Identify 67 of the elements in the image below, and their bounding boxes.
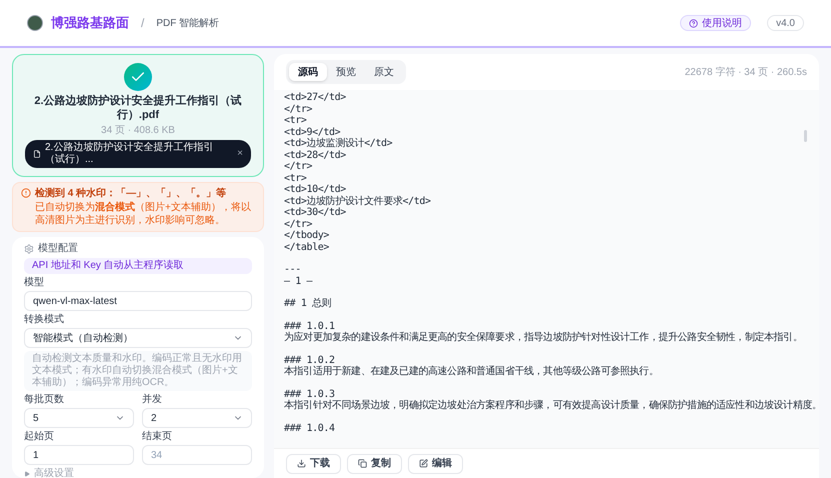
action-button[interactable]: 复制 (347, 454, 402, 474)
page-title: PDF 智能解析 (156, 16, 220, 30)
code-line: 本指引适用于新建、在建及已建的高速公路和普通国省干线，其他等级公路可参照执行。 (284, 366, 658, 378)
code-line: ### 1.0.2 (284, 354, 335, 366)
help-icon (689, 18, 698, 28)
hint-text: 自动检测文本质量和水印。编码正常且无水印用文本模式；有水印自动切换混合模式（图片+文本辅助）；编码异常用纯OCR。 (24, 351, 252, 391)
code-line: ## 1 总则 (284, 298, 332, 310)
code-line: <td>9</td> (284, 126, 340, 138)
action-button[interactable]: 下载 (286, 454, 341, 474)
field-label: 每批页数 (24, 394, 65, 406)
code-line: 本指引针对不同场景边坡，明确拟定边坡处治方案程序和步骤，可有效提高设计质量，确保防护措施的适应性和边坡设计精度。 (284, 400, 819, 412)
tab[interactable]: 源码 (289, 63, 327, 81)
tab[interactable]: 预览 (327, 63, 365, 81)
config-title: 模型配置 (38, 243, 78, 255)
stats-text: 22678 字符 · 34 页 · 260.5s (684, 66, 807, 80)
field-label: 转换模式 (24, 314, 65, 326)
file-meta: 34 页 · 408.6 KB (101, 125, 175, 137)
code-line: </table> (284, 242, 329, 253)
file-name: 2.公路边坡防护设计安全提升工作指引（试行）.pdf (33, 94, 243, 122)
input-field[interactable]: 34 (142, 445, 252, 465)
select-field[interactable]: 5 (24, 408, 134, 428)
input-field[interactable]: 1 (24, 445, 134, 465)
input-field[interactable]: qwen-vl-max-latest (24, 291, 252, 311)
download-icon (297, 459, 306, 468)
code-line: <tr> (284, 172, 306, 184)
code-line: <td>边坡监测设计</td> (284, 138, 392, 150)
code-line: </tr> (284, 218, 312, 230)
code-line: <td>27</td> (284, 92, 346, 104)
help-button[interactable]: 使用说明 (680, 15, 752, 31)
field-label: 并发 (142, 394, 163, 406)
warning-icon (21, 188, 31, 198)
code-line: --- (284, 264, 301, 276)
triangle-icon (24, 471, 30, 477)
chip-label: 2.公路边坡防护设计安全提升工作指引（试行）... (45, 142, 214, 166)
close-button[interactable]: × (237, 148, 243, 160)
code-line: 为应对更加复杂的建设条件和满足更高的安全保障要求，指导边坡防护针对性设计工作，提升公路安全韧性，制定本指引。 (284, 332, 802, 344)
code-line: – 1 – (284, 276, 312, 287)
code-line: </tr> (284, 161, 312, 172)
brand-name: 博强路基路面 (51, 14, 129, 32)
breadcrumb-separator: / (141, 15, 144, 32)
settings-icon (24, 244, 34, 254)
code-line: </tr> (284, 104, 312, 115)
code-line: <td>边坡防护设计文件要求</td> (284, 196, 431, 207)
action-button[interactable]: 编辑 (408, 454, 463, 474)
code-line: <td>30</td> (284, 207, 346, 218)
version-badge: v4.0 (767, 15, 804, 31)
code-line: </tbody> (284, 230, 329, 242)
warning-text: 已自动切换为混合模式（图片+文本辅助），将以高清图片为主进行识别，水印影响可忽略。 (35, 201, 252, 227)
info-banner: API 地址和 Key 自动从主程序读取 (24, 258, 252, 274)
select-field[interactable]: 智能模式（自动检测） (24, 328, 252, 348)
code-line: <tr> (284, 115, 306, 126)
code-line: ### 1.0.4 (284, 422, 335, 434)
file-icon (33, 150, 41, 158)
code-line: ### 1.0.3 (284, 388, 335, 400)
logo-avatar (27, 15, 43, 31)
edit-icon (419, 459, 428, 468)
tab[interactable]: 原文 (365, 63, 403, 81)
field-label: 结束页 (142, 431, 173, 443)
scrollbar-thumb[interactable] (804, 130, 807, 142)
code-line: <td>10</td> (284, 184, 346, 196)
field-label: 模型 (24, 277, 45, 289)
warning-title: 检测到 4 种水印：「—」、「」、「。」等 (35, 187, 228, 200)
select-field[interactable]: 2 (142, 408, 252, 428)
copy-icon (358, 459, 367, 468)
code-line: <td>28</td> (284, 150, 346, 161)
code-line: ### 1.0.1 (284, 320, 335, 332)
field-label: 起始页 (24, 431, 55, 443)
